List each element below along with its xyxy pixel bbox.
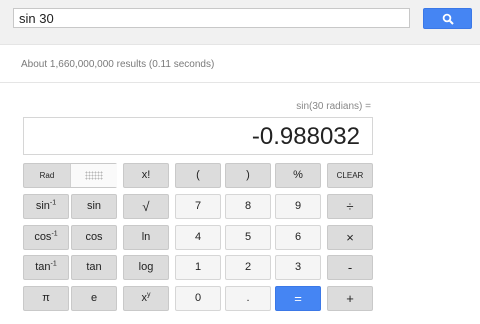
arctan-label: tan (35, 261, 51, 273)
open-paren-button[interactable]: ( (175, 163, 221, 188)
digit-4-button[interactable]: 4 (175, 225, 221, 250)
arccos-button[interactable]: cos-1 (23, 225, 69, 250)
close-paren-button[interactable]: ) (225, 163, 271, 188)
digit-0-button[interactable]: 0 (175, 286, 221, 311)
log-button[interactable]: log (123, 255, 169, 280)
digit-1-button[interactable]: 1 (175, 255, 221, 280)
arctan-superscript: -1 (50, 260, 57, 268)
arccos-label: cos (34, 231, 52, 243)
divider (0, 82, 480, 83)
ln-button[interactable]: ln (123, 225, 169, 250)
search-query-text: sin 30 (19, 11, 54, 26)
digit-9-button[interactable]: 9 (275, 194, 321, 219)
arctan-button[interactable]: tan-1 (23, 255, 69, 280)
decimal-point-button[interactable]: . (225, 286, 271, 311)
percent-button[interactable]: % (275, 163, 321, 188)
digit-2-button[interactable]: 2 (225, 255, 271, 280)
digit-7-button[interactable]: 7 (175, 194, 221, 219)
arcsin-superscript: -1 (49, 199, 57, 207)
angle-mode-toggle[interactable]: Rad (23, 163, 117, 188)
digit-3-button[interactable]: 3 (275, 255, 321, 280)
arcsin-button[interactable]: sin-1 (23, 194, 69, 219)
search-input[interactable]: sin 30 (13, 8, 410, 28)
cos-button[interactable]: cos (71, 225, 117, 250)
minus-button[interactable]: - (327, 255, 373, 280)
power-button[interactable]: xy (123, 286, 169, 311)
pi-button[interactable]: π (23, 286, 69, 311)
plus-button[interactable]: + (327, 286, 373, 311)
calculator-expression: sin(30 radians) = (296, 101, 371, 112)
power-superscript: y (147, 291, 151, 299)
factorial-button[interactable]: x! (123, 163, 169, 188)
divide-button[interactable]: ÷ (327, 194, 373, 219)
clear-button[interactable]: CLEAR (327, 163, 373, 188)
arccos-superscript: -1 (51, 230, 58, 238)
deg-placeholder-pattern (85, 171, 103, 180)
digit-8-button[interactable]: 8 (225, 194, 271, 219)
results-stats: About 1,660,000,000 results (0.11 second… (21, 59, 215, 70)
search-icon (442, 13, 454, 25)
equals-button[interactable]: = (275, 286, 321, 311)
sqrt-button[interactable]: √ (123, 194, 169, 219)
tan-button[interactable]: tan (71, 255, 117, 280)
calculator-display: -0.988032 (23, 117, 373, 155)
digit-5-button[interactable]: 5 (225, 225, 271, 250)
calculator-result: -0.988032 (251, 123, 360, 150)
sin-button[interactable]: sin (71, 194, 117, 219)
digit-6-button[interactable]: 6 (275, 225, 321, 250)
e-button[interactable]: e (71, 286, 117, 311)
search-header: sin 30 (0, 0, 480, 45)
arcsin-label: sin (35, 200, 50, 212)
deg-option[interactable] (70, 164, 117, 187)
multiply-button[interactable]: × (327, 225, 373, 250)
rad-button-label: Rad (39, 171, 55, 180)
search-button[interactable] (423, 8, 472, 29)
